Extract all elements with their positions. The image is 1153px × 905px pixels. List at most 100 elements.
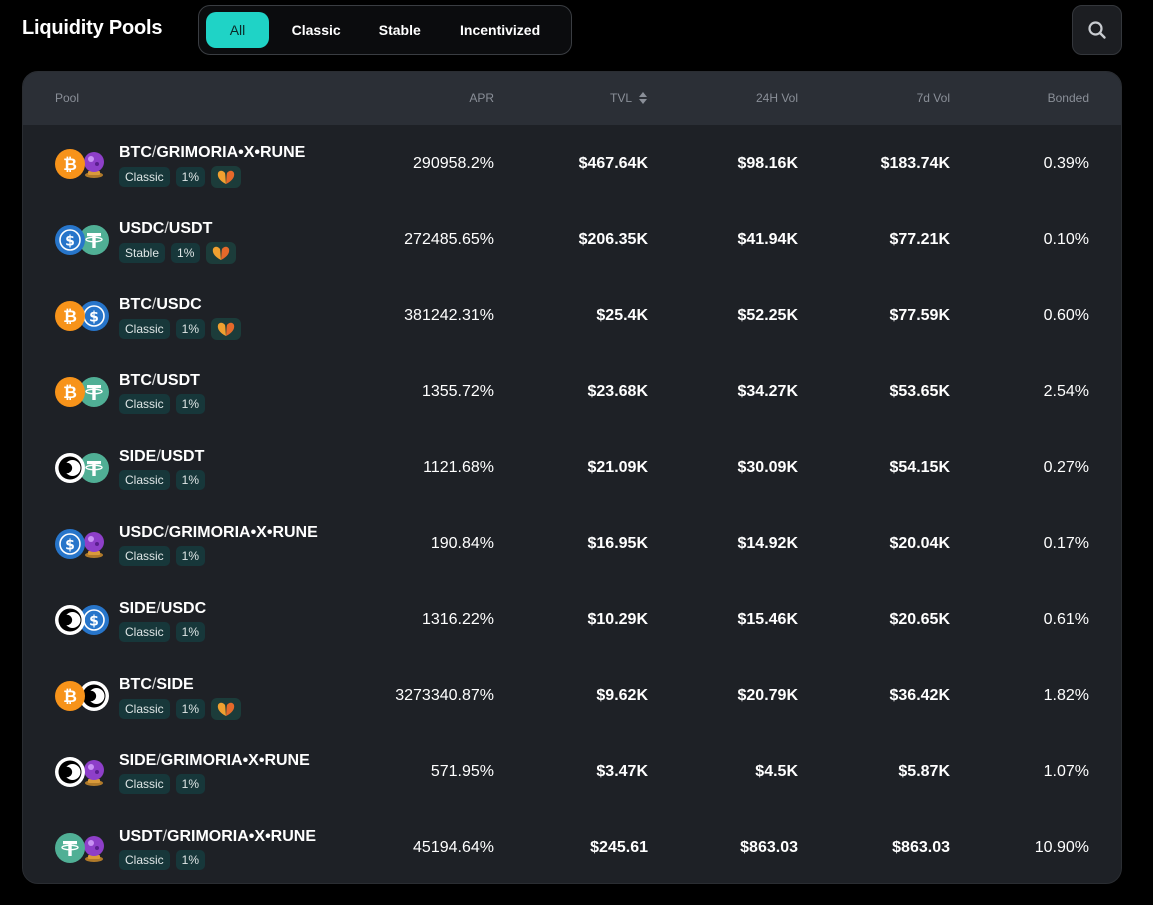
pool-pair-name[interactable]: BTC/USDC [119, 296, 202, 314]
pool-quote-token: GRIMORIA•X•RUNE [168, 524, 318, 541]
pool-pair-name[interactable]: USDC/USDT [119, 220, 212, 238]
pool-7d-vol: $77.21K [889, 231, 951, 248]
pool-fee-badge: 1% [175, 546, 206, 566]
incentive-badge [211, 698, 242, 720]
pool-tvl: $206.35K [578, 231, 648, 248]
svg-text:$: $ [65, 234, 75, 250]
search-button[interactable] [1072, 5, 1122, 55]
pool-type-badge: Classic [119, 699, 170, 719]
usdc-token-icon: $ [55, 225, 85, 255]
pool-tvl: $467.64K [578, 155, 648, 172]
pool-pair-name[interactable]: BTC/USDT [119, 372, 200, 390]
pool-pair-name[interactable]: BTC/GRIMORIA•X•RUNE [119, 144, 305, 162]
pool-apr: 571.95% [430, 763, 494, 780]
pool-7d-vol: $863.03 [892, 839, 950, 856]
pool-quote-token: USDC [156, 296, 202, 313]
pool-bonded: 1.07% [1043, 763, 1089, 780]
page-title: Liquidity Pools [22, 17, 163, 39]
column-header-tvl[interactable]: TVL [610, 91, 648, 105]
pool-base-token: USDC [119, 524, 165, 541]
column-header-24h-vol[interactable]: 24H Vol [756, 91, 798, 105]
svg-text:$: $ [89, 310, 99, 326]
usdt-token-icon [55, 833, 85, 863]
pool-base-token: BTC [119, 372, 152, 389]
pool-24h-vol: $98.16K [737, 155, 799, 172]
incentive-icon [216, 169, 236, 185]
table-row[interactable]: SIDE/USDT Classic 1% 1121.68% $21.09K $30.09K… [23, 429, 1121, 505]
pool-bonded: 10.90% [1034, 839, 1089, 856]
pool-7d-vol: $5.87K [898, 763, 950, 780]
incentive-badge [211, 318, 242, 340]
pool-24h-vol: $52.25K [737, 307, 799, 324]
btc-token-icon: ₿ [55, 149, 85, 179]
pool-quote-token: USDT [156, 372, 200, 389]
pool-type-filter: All Classic Stable Incentivized [198, 5, 572, 55]
pool-badges: Classic 1% [119, 166, 242, 188]
filter-tab-all[interactable]: All [206, 12, 269, 48]
pool-fee-badge: 1% [175, 850, 206, 870]
pool-type-badge: Classic [119, 850, 170, 870]
svg-text:₿: ₿ [63, 383, 77, 403]
pool-pair-name[interactable]: SIDE/USDT [119, 448, 204, 466]
pair-token-icons: ₿ [55, 149, 111, 181]
pools-table: Pool APR TVL 24H Vol 7d Vol Bonded ₿ BTC/… [22, 71, 1122, 884]
table-row[interactable]: $ USDC/USDT Stable 1% 272485.65% $206.35K $41.… [23, 201, 1121, 277]
pool-bonded: 0.39% [1043, 155, 1089, 172]
table-row[interactable]: ₿ $ BTC/USDC Classic 1% 381242.31% $25.4K $52.2… [23, 277, 1121, 353]
sort-icon[interactable] [638, 91, 648, 105]
pool-7d-vol: $183.74K [880, 155, 950, 172]
table-row[interactable]: ₿ BTC/GRIMORIA•X•RUNE Classic 1% 290958.2% $4… [23, 125, 1121, 201]
pool-base-token: BTC [119, 144, 152, 161]
incentive-icon [211, 245, 231, 261]
pool-badges: Classic 1% [119, 774, 206, 794]
pool-pair-name[interactable]: USDC/GRIMORIA•X•RUNE [119, 524, 318, 542]
pool-badges: Classic 1% [119, 546, 206, 566]
pool-apr: 290958.2% [413, 155, 494, 172]
pool-apr: 3273340.87% [395, 687, 494, 704]
pool-base-token: BTC [119, 676, 152, 693]
table-row[interactable]: SIDE/GRIMORIA•X•RUNE Classic 1% 571.95% $3.4… [23, 733, 1121, 809]
pool-fee-badge: 1% [175, 167, 206, 187]
pool-7d-vol: $54.15K [889, 459, 951, 476]
pool-quote-token: SIDE [156, 676, 194, 693]
filter-tab-stable[interactable]: Stable [363, 12, 436, 48]
pool-tvl: $25.4K [596, 307, 648, 324]
pair-token-icons: ₿ $ [55, 301, 111, 333]
pool-pair-name[interactable]: SIDE/USDC [119, 600, 206, 618]
pool-badges: Classic 1% [119, 394, 206, 414]
svg-text:$: $ [65, 538, 75, 554]
pool-bonded: 2.54% [1043, 383, 1089, 400]
side-token-icon [55, 605, 85, 635]
pool-apr: 190.84% [430, 535, 494, 552]
pool-7d-vol: $20.65K [889, 611, 951, 628]
table-row[interactable]: ₿ BTC/USDT Classic 1% 1355.72% $23.68K $34.27K… [23, 353, 1121, 429]
pool-tvl: $9.62K [596, 687, 648, 704]
pool-bonded: 0.17% [1043, 535, 1089, 552]
pool-type-badge: Classic [119, 319, 170, 339]
incentive-badge [206, 242, 237, 264]
pool-pair-name[interactable]: USDT/GRIMORIA•X•RUNE [119, 828, 316, 846]
side-token-icon [55, 757, 85, 787]
pool-pair-name[interactable]: SIDE/GRIMORIA•X•RUNE [119, 752, 310, 770]
pair-token-icons [55, 757, 111, 789]
pool-apr: 1316.22% [421, 611, 494, 628]
table-row[interactable]: USDT/GRIMORIA•X•RUNE Classic 1% 45194.64% $2… [23, 809, 1121, 883]
pool-badges: Classic 1% [119, 470, 206, 490]
pool-pair-name[interactable]: BTC/SIDE [119, 676, 194, 694]
table-row[interactable]: $ SIDE/USDC Classic 1% 1316.22% $10.29K $15.46… [23, 581, 1121, 657]
filter-tab-incentivized[interactable]: Incentivized [436, 12, 564, 48]
pool-bonded: 0.27% [1043, 459, 1089, 476]
filter-tab-classic[interactable]: Classic [269, 12, 363, 48]
pair-token-icons: $ [55, 225, 111, 257]
column-header-bonded[interactable]: Bonded [1048, 91, 1089, 105]
table-row[interactable]: $ USDC/GRIMORIA•X•RUNE Classic 1% 190.84% $16… [23, 505, 1121, 581]
column-header-apr[interactable]: APR [469, 91, 494, 105]
pool-quote-token: USDC [160, 600, 207, 617]
pool-fee-badge: 1% [175, 470, 206, 490]
pool-tvl: $10.29K [587, 611, 649, 628]
column-header-7d-vol[interactable]: 7d Vol [917, 91, 950, 105]
pair-token-icons: $ [55, 605, 111, 637]
btc-token-icon: ₿ [55, 301, 85, 331]
table-row[interactable]: ₿ BTC/SIDE Classic 1% 3273340.87% $9.62K $20.7… [23, 657, 1121, 733]
incentive-icon [216, 321, 236, 337]
